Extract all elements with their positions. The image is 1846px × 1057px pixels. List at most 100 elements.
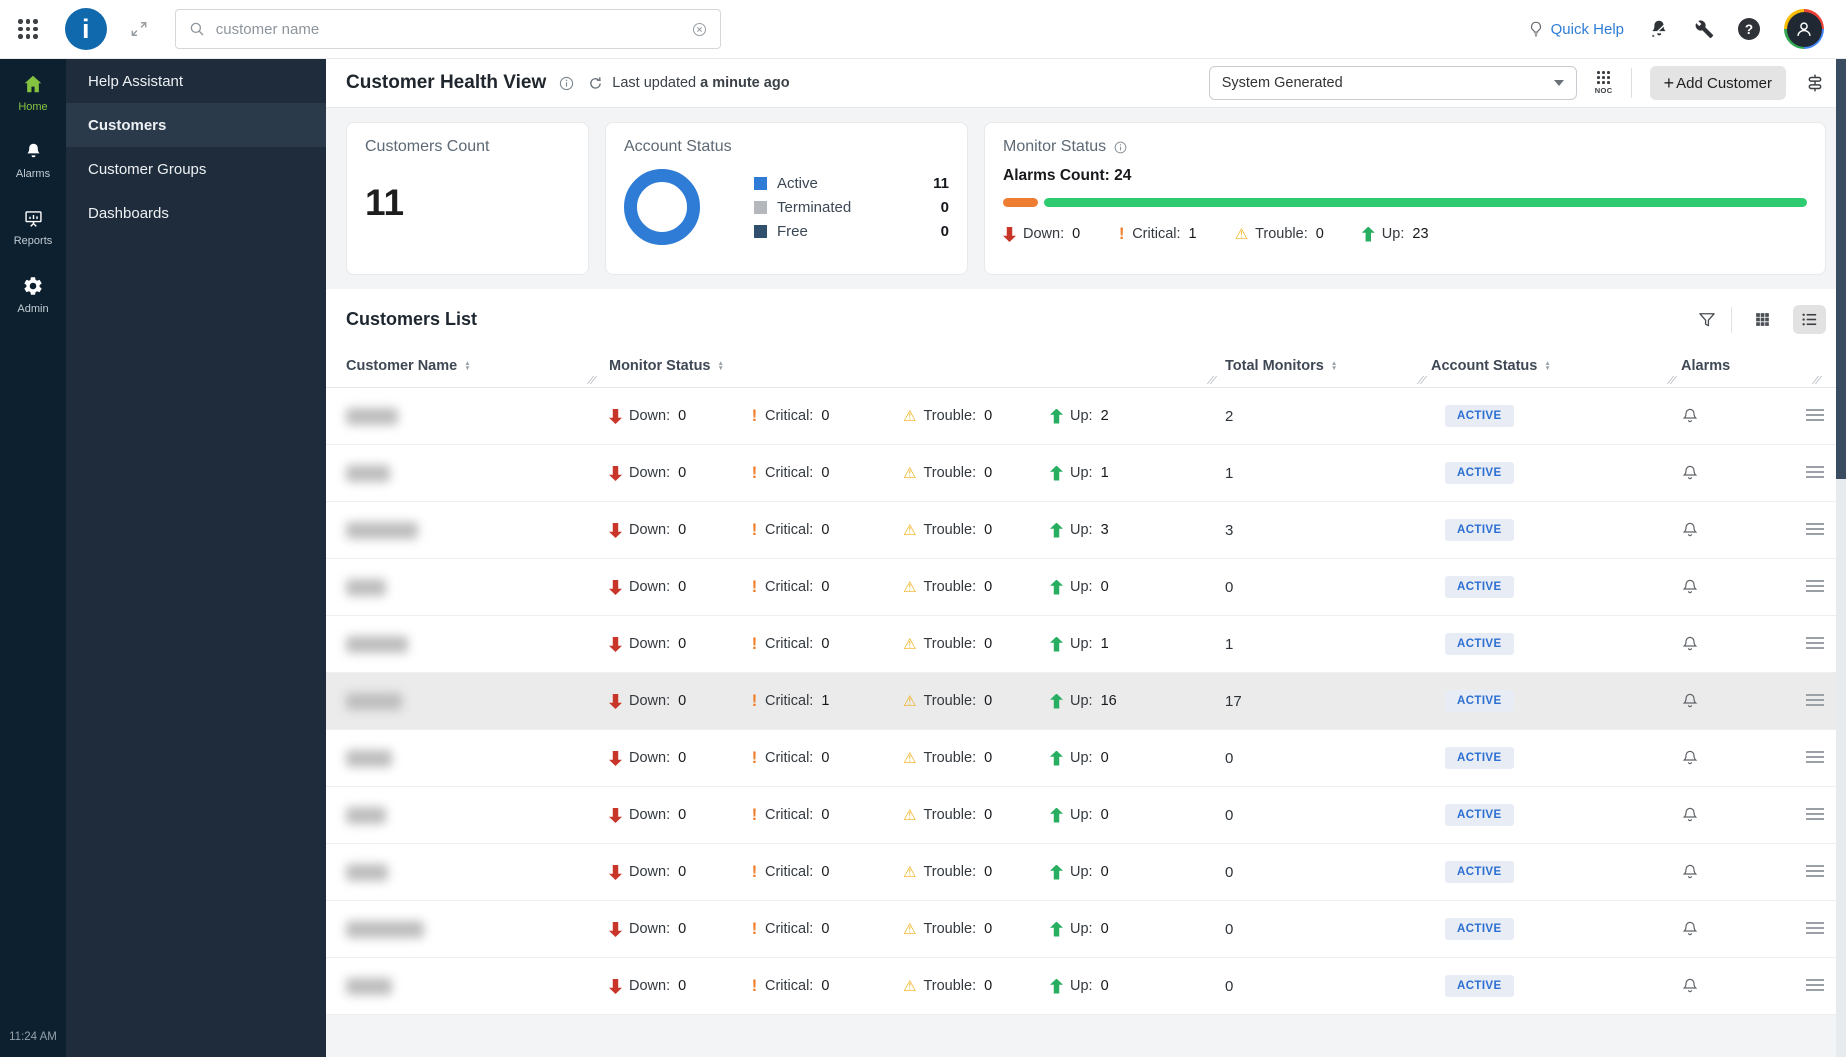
- stat-label: Up:: [1070, 807, 1093, 823]
- table-row[interactable]: Down: 0! Critical: 0 ⚠ Trouble: 0 Up: 0 0 ACTIVE: [326, 559, 1846, 616]
- column-resize-handle[interactable]: [1666, 376, 1678, 384]
- plus-icon: +: [1663, 72, 1675, 93]
- refresh-icon[interactable]: [587, 75, 604, 92]
- alarm-bell-icon[interactable]: [1681, 977, 1806, 995]
- alarm-bell-icon[interactable]: [1681, 635, 1806, 653]
- table-row[interactable]: Down: 0! Critical: 0 ⚠ Trouble: 0 Up: 3 3 ACTIVE: [326, 502, 1846, 559]
- customer-name-cell[interactable]: [326, 977, 601, 995]
- app-launcher-icon[interactable]: [18, 19, 38, 39]
- table-row[interactable]: Down: 0! Critical: 0 ⚠ Trouble: 0 Up: 0 0 ACTIVE: [326, 901, 1846, 958]
- stat-up: Up: 1: [1050, 465, 1109, 481]
- sort-icon[interactable]: ▲ ▼: [718, 360, 724, 372]
- customer-name-cell[interactable]: [326, 407, 601, 425]
- table-row[interactable]: Down: 0! Critical: 0 ⚠ Trouble: 0 Up: 1 1 ACTIVE: [326, 616, 1846, 673]
- info-icon[interactable]: [1113, 140, 1128, 155]
- sidebar-item-customer-groups[interactable]: Customer Groups: [66, 147, 326, 191]
- customer-name-cell[interactable]: [326, 692, 601, 710]
- noc-view-button[interactable]: NOC: [1595, 71, 1613, 95]
- row-menu-icon[interactable]: [1806, 579, 1824, 592]
- alarm-bell-icon[interactable]: [1681, 806, 1806, 824]
- alarm-bell-icon[interactable]: [1681, 920, 1806, 938]
- sort-icon[interactable]: ▲ ▼: [464, 360, 470, 372]
- row-menu-icon[interactable]: [1806, 978, 1824, 991]
- sidebar-item-help-assistant[interactable]: Help Assistant: [66, 59, 326, 103]
- customer-name-cell[interactable]: [326, 749, 601, 767]
- alarm-bell-icon[interactable]: [1681, 578, 1806, 596]
- tools-wrench-icon[interactable]: [1694, 19, 1714, 39]
- stat-value: 0: [1315, 226, 1324, 242]
- global-search[interactable]: [174, 9, 721, 49]
- customer-name-cell[interactable]: [326, 635, 601, 653]
- column-resize-handle[interactable]: [586, 376, 598, 384]
- table-row[interactable]: Down: 0! Critical: 0 ⚠ Trouble: 0 Up: 0 0 ACTIVE: [326, 787, 1846, 844]
- user-avatar[interactable]: [1784, 9, 1824, 49]
- info-icon[interactable]: [558, 75, 575, 92]
- alarm-bell-icon[interactable]: [1681, 749, 1806, 767]
- clock-time: 11:24 AM: [9, 1031, 57, 1043]
- list-view-icon[interactable]: [1793, 305, 1826, 334]
- scrollbar-thumb[interactable]: [1836, 59, 1846, 479]
- clear-search-icon[interactable]: [691, 21, 708, 38]
- notifications-icon[interactable]: [1648, 18, 1670, 40]
- column-header-monitor-status[interactable]: Monitor Status ▲ ▼: [601, 358, 1221, 374]
- scrollbar-track[interactable]: [1836, 59, 1846, 1057]
- table-row[interactable]: Down: 0! Critical: 0 ⚠ Trouble: 0 Up: 1 1 ACTIVE: [326, 445, 1846, 502]
- column-resize-handle[interactable]: [1206, 376, 1218, 384]
- customer-name-cell[interactable]: [326, 464, 601, 482]
- row-menu-icon[interactable]: [1806, 693, 1824, 706]
- rail-item-admin[interactable]: Admin: [0, 261, 66, 329]
- column-resize-handle[interactable]: [1811, 376, 1823, 384]
- view-select[interactable]: System Generated: [1208, 66, 1577, 100]
- fullscreen-icon[interactable]: [129, 19, 149, 39]
- table-row[interactable]: Down: 0! Critical: 0 ⚠ Trouble: 0 Up: 0 0 ACTIVE: [326, 730, 1846, 787]
- rail-item-alarms[interactable]: Alarms: [0, 127, 66, 194]
- column-header-total-monitors[interactable]: Total Monitors ▲ ▼: [1221, 358, 1431, 374]
- sort-icon[interactable]: ▲ ▼: [1544, 360, 1550, 372]
- row-menu-icon[interactable]: [1806, 408, 1824, 421]
- alarm-bell-icon[interactable]: [1681, 407, 1806, 425]
- grid-view-icon[interactable]: [1746, 305, 1779, 334]
- column-header-alarms: Alarms: [1681, 358, 1806, 374]
- filter-icon[interactable]: [1697, 310, 1717, 330]
- column-resize-handle[interactable]: [1416, 376, 1428, 384]
- add-customer-button[interactable]: + Add Customer: [1649, 66, 1786, 100]
- search-input[interactable]: [215, 20, 681, 38]
- column-header-account-status[interactable]: Account Status ▲ ▼: [1431, 358, 1681, 374]
- row-menu-icon[interactable]: [1806, 921, 1824, 934]
- customize-columns-icon[interactable]: [1804, 72, 1826, 94]
- row-menu-icon[interactable]: [1806, 750, 1824, 763]
- row-menu-icon[interactable]: [1806, 636, 1824, 649]
- table-row[interactable]: Down: 0! Critical: 0 ⚠ Trouble: 0 Up: 0 0 ACTIVE: [326, 844, 1846, 901]
- column-header-customer-name[interactable]: Customer Name ▲ ▼: [326, 358, 601, 374]
- up-arrow-icon: [1050, 408, 1063, 424]
- stat-value: 0: [984, 807, 993, 823]
- row-menu-icon[interactable]: [1806, 864, 1824, 877]
- customer-name-cell[interactable]: [326, 863, 601, 881]
- row-menu-icon[interactable]: [1806, 465, 1824, 478]
- help-icon[interactable]: ?: [1738, 18, 1760, 40]
- alarm-bell-icon[interactable]: [1681, 464, 1806, 482]
- sidebar-item-dashboards[interactable]: Dashboards: [66, 191, 326, 235]
- customer-name-cell[interactable]: [326, 578, 601, 596]
- row-menu-icon[interactable]: [1806, 522, 1824, 535]
- customer-name-cell[interactable]: [326, 920, 601, 938]
- alarm-bell-icon[interactable]: [1681, 521, 1806, 539]
- rail-item-reports[interactable]: Reports: [0, 194, 66, 261]
- rail-item-home[interactable]: Home: [0, 59, 66, 127]
- table-row[interactable]: Down: 0! Critical: 0 ⚠ Trouble: 0 Up: 0 0 ACTIVE: [326, 958, 1846, 1015]
- alarm-bell-icon[interactable]: [1681, 692, 1806, 710]
- stat-label: Down:: [629, 465, 671, 481]
- quick-help-button[interactable]: Quick Help: [1527, 20, 1624, 38]
- row-menu-icon[interactable]: [1806, 807, 1824, 820]
- sidebar-item-customers[interactable]: Customers: [66, 103, 326, 147]
- sort-icon[interactable]: ▲ ▼: [1331, 360, 1337, 372]
- table-row[interactable]: Down: 0! Critical: 0 ⚠ Trouble: 0 Up: 2 2 ACTIVE: [326, 388, 1846, 445]
- customer-name-cell[interactable]: [326, 806, 601, 824]
- stat-label: Trouble:: [923, 522, 977, 538]
- table-row[interactable]: Down: 0! Critical: 1 ⚠ Trouble: 0 Up: 16 17 ACTIVE: [326, 673, 1846, 730]
- alarm-bell-icon[interactable]: [1681, 863, 1806, 881]
- account-status-cell: ACTIVE: [1431, 861, 1681, 883]
- stat-label: Up:: [1381, 226, 1405, 242]
- customer-name-cell[interactable]: [326, 521, 601, 539]
- status-badge: ACTIVE: [1445, 633, 1514, 655]
